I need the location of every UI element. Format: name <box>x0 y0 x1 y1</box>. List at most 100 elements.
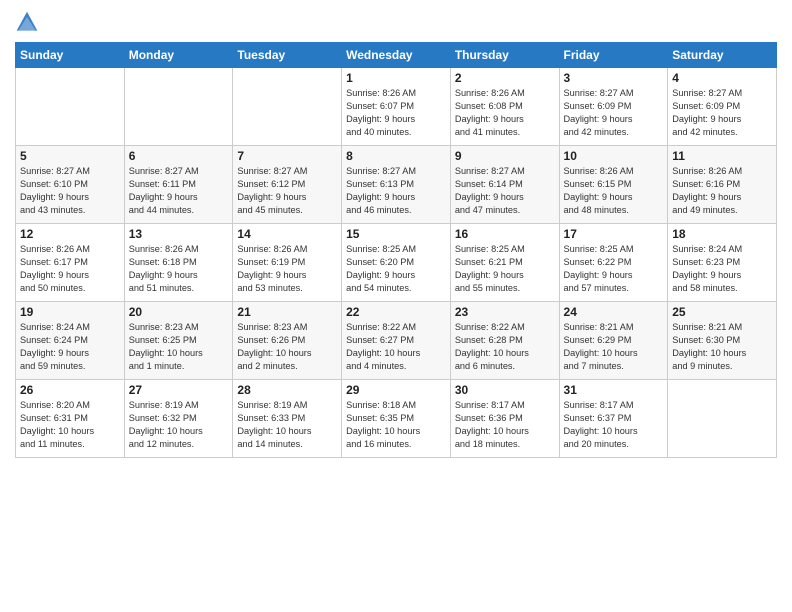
day-info: Sunrise: 8:27 AM Sunset: 6:11 PM Dayligh… <box>129 165 229 217</box>
calendar-cell: 20 Sunrise: 8:23 AM Sunset: 6:25 PM Dayli… <box>124 302 233 380</box>
day-info: Sunrise: 8:22 AM Sunset: 6:27 PM Dayligh… <box>346 321 446 373</box>
week-row-2: 5 Sunrise: 8:27 AM Sunset: 6:10 PM Daylig… <box>16 146 777 224</box>
calendar-cell <box>16 68 125 146</box>
calendar-cell: 3 Sunrise: 8:27 AM Sunset: 6:09 PM Daylig… <box>559 68 668 146</box>
day-number: 12 <box>20 227 120 241</box>
week-row-1: 1 Sunrise: 8:26 AM Sunset: 6:07 PM Daylig… <box>16 68 777 146</box>
weekday-header-saturday: Saturday <box>668 43 777 68</box>
calendar-cell: 23Sunrise: 8:22 AM Sunset: 6:28 PM Dayli… <box>450 302 559 380</box>
day-number: 21 <box>237 305 337 319</box>
day-info: Sunrise: 8:26 AM Sunset: 6:08 PM Dayligh… <box>455 87 555 139</box>
calendar-cell <box>233 68 342 146</box>
calendar-cell: 29 Sunrise: 8:18 AM Sunset: 6:35 PM Dayli… <box>342 380 451 458</box>
day-info: Sunrise: 8:26 AM Sunset: 6:19 PM Dayligh… <box>237 243 337 295</box>
day-info: Sunrise: 8:26 AM Sunset: 6:16 PM Dayligh… <box>672 165 772 217</box>
day-info: Sunrise: 8:19 AM Sunset: 6:33 PM Dayligh… <box>237 399 337 451</box>
weekday-header-tuesday: Tuesday <box>233 43 342 68</box>
day-number: 1 <box>346 71 446 85</box>
week-row-5: 26 Sunrise: 8:20 AM Sunset: 6:31 PM Dayli… <box>16 380 777 458</box>
calendar-cell: 10Sunrise: 8:26 AM Sunset: 6:15 PM Dayli… <box>559 146 668 224</box>
day-number: 6 <box>129 149 229 163</box>
day-info: Sunrise: 8:27 AM Sunset: 6:14 PM Dayligh… <box>455 165 555 217</box>
calendar-cell: 11 Sunrise: 8:26 AM Sunset: 6:16 PM Dayli… <box>668 146 777 224</box>
day-info: Sunrise: 8:26 AM Sunset: 6:17 PM Dayligh… <box>20 243 120 295</box>
calendar-cell: 26 Sunrise: 8:20 AM Sunset: 6:31 PM Dayli… <box>16 380 125 458</box>
calendar-cell: 30 Sunrise: 8:17 AM Sunset: 6:36 PM Dayli… <box>450 380 559 458</box>
calendar-cell: 21 Sunrise: 8:23 AM Sunset: 6:26 PM Dayli… <box>233 302 342 380</box>
day-number: 18 <box>672 227 772 241</box>
calendar-cell: 9 Sunrise: 8:27 AM Sunset: 6:14 PM Daylig… <box>450 146 559 224</box>
weekday-header-thursday: Thursday <box>450 43 559 68</box>
day-info: Sunrise: 8:27 AM Sunset: 6:12 PM Dayligh… <box>237 165 337 217</box>
calendar-cell: 1 Sunrise: 8:26 AM Sunset: 6:07 PM Daylig… <box>342 68 451 146</box>
day-number: 19 <box>20 305 120 319</box>
day-number: 28 <box>237 383 337 397</box>
weekday-header-wednesday: Wednesday <box>342 43 451 68</box>
logo <box>15 10 43 34</box>
day-number: 3 <box>564 71 664 85</box>
day-number: 9 <box>455 149 555 163</box>
day-info: Sunrise: 8:26 AM Sunset: 6:07 PM Dayligh… <box>346 87 446 139</box>
calendar-cell <box>124 68 233 146</box>
calendar-cell: 13Sunrise: 8:26 AM Sunset: 6:18 PM Dayli… <box>124 224 233 302</box>
day-number: 17 <box>564 227 664 241</box>
day-info: Sunrise: 8:20 AM Sunset: 6:31 PM Dayligh… <box>20 399 120 451</box>
day-info: Sunrise: 8:24 AM Sunset: 6:24 PM Dayligh… <box>20 321 120 373</box>
day-info: Sunrise: 8:24 AM Sunset: 6:23 PM Dayligh… <box>672 243 772 295</box>
calendar-cell: 16Sunrise: 8:25 AM Sunset: 6:21 PM Dayli… <box>450 224 559 302</box>
day-info: Sunrise: 8:22 AM Sunset: 6:28 PM Dayligh… <box>455 321 555 373</box>
page: SundayMondayTuesdayWednesdayThursdayFrid… <box>0 0 792 612</box>
day-number: 27 <box>129 383 229 397</box>
day-info: Sunrise: 8:27 AM Sunset: 6:10 PM Dayligh… <box>20 165 120 217</box>
day-info: Sunrise: 8:27 AM Sunset: 6:09 PM Dayligh… <box>672 87 772 139</box>
calendar-cell: 28 Sunrise: 8:19 AM Sunset: 6:33 PM Dayli… <box>233 380 342 458</box>
day-info: Sunrise: 8:23 AM Sunset: 6:26 PM Dayligh… <box>237 321 337 373</box>
calendar-cell: 19 Sunrise: 8:24 AM Sunset: 6:24 PM Dayli… <box>16 302 125 380</box>
calendar-cell: 22 Sunrise: 8:22 AM Sunset: 6:27 PM Dayli… <box>342 302 451 380</box>
day-number: 22 <box>346 305 446 319</box>
day-info: Sunrise: 8:18 AM Sunset: 6:35 PM Dayligh… <box>346 399 446 451</box>
calendar-cell: 25Sunrise: 8:21 AM Sunset: 6:30 PM Dayli… <box>668 302 777 380</box>
day-info: Sunrise: 8:21 AM Sunset: 6:29 PM Dayligh… <box>564 321 664 373</box>
day-info: Sunrise: 8:25 AM Sunset: 6:21 PM Dayligh… <box>455 243 555 295</box>
day-number: 11 <box>672 149 772 163</box>
calendar-cell: 15 Sunrise: 8:25 AM Sunset: 6:20 PM Dayli… <box>342 224 451 302</box>
header <box>15 10 777 34</box>
day-number: 2 <box>455 71 555 85</box>
day-number: 13 <box>129 227 229 241</box>
day-info: Sunrise: 8:27 AM Sunset: 6:13 PM Dayligh… <box>346 165 446 217</box>
day-info: Sunrise: 8:25 AM Sunset: 6:20 PM Dayligh… <box>346 243 446 295</box>
day-number: 31 <box>564 383 664 397</box>
day-number: 8 <box>346 149 446 163</box>
calendar: SundayMondayTuesdayWednesdayThursdayFrid… <box>15 42 777 458</box>
day-info: Sunrise: 8:26 AM Sunset: 6:15 PM Dayligh… <box>564 165 664 217</box>
day-number: 29 <box>346 383 446 397</box>
calendar-cell: 12 Sunrise: 8:26 AM Sunset: 6:17 PM Dayli… <box>16 224 125 302</box>
day-info: Sunrise: 8:25 AM Sunset: 6:22 PM Dayligh… <box>564 243 664 295</box>
weekday-header-row: SundayMondayTuesdayWednesdayThursdayFrid… <box>16 43 777 68</box>
week-row-4: 19 Sunrise: 8:24 AM Sunset: 6:24 PM Dayli… <box>16 302 777 380</box>
day-number: 5 <box>20 149 120 163</box>
calendar-cell: 4 Sunrise: 8:27 AM Sunset: 6:09 PM Daylig… <box>668 68 777 146</box>
calendar-cell: 17 Sunrise: 8:25 AM Sunset: 6:22 PM Dayli… <box>559 224 668 302</box>
day-number: 30 <box>455 383 555 397</box>
day-info: Sunrise: 8:17 AM Sunset: 6:36 PM Dayligh… <box>455 399 555 451</box>
day-info: Sunrise: 8:27 AM Sunset: 6:09 PM Dayligh… <box>564 87 664 139</box>
day-number: 20 <box>129 305 229 319</box>
day-info: Sunrise: 8:19 AM Sunset: 6:32 PM Dayligh… <box>129 399 229 451</box>
day-number: 26 <box>20 383 120 397</box>
logo-icon <box>15 10 39 34</box>
weekday-header-friday: Friday <box>559 43 668 68</box>
calendar-cell: 2 Sunrise: 8:26 AM Sunset: 6:08 PM Daylig… <box>450 68 559 146</box>
calendar-cell: 8 Sunrise: 8:27 AM Sunset: 6:13 PM Daylig… <box>342 146 451 224</box>
calendar-cell: 31Sunrise: 8:17 AM Sunset: 6:37 PM Dayli… <box>559 380 668 458</box>
calendar-cell: 18 Sunrise: 8:24 AM Sunset: 6:23 PM Dayli… <box>668 224 777 302</box>
weekday-header-monday: Monday <box>124 43 233 68</box>
day-number: 4 <box>672 71 772 85</box>
day-number: 24 <box>564 305 664 319</box>
calendar-cell: 24 Sunrise: 8:21 AM Sunset: 6:29 PM Dayli… <box>559 302 668 380</box>
weekday-header-sunday: Sunday <box>16 43 125 68</box>
day-info: Sunrise: 8:23 AM Sunset: 6:25 PM Dayligh… <box>129 321 229 373</box>
calendar-cell: 14Sunrise: 8:26 AM Sunset: 6:19 PM Dayli… <box>233 224 342 302</box>
day-number: 15 <box>346 227 446 241</box>
